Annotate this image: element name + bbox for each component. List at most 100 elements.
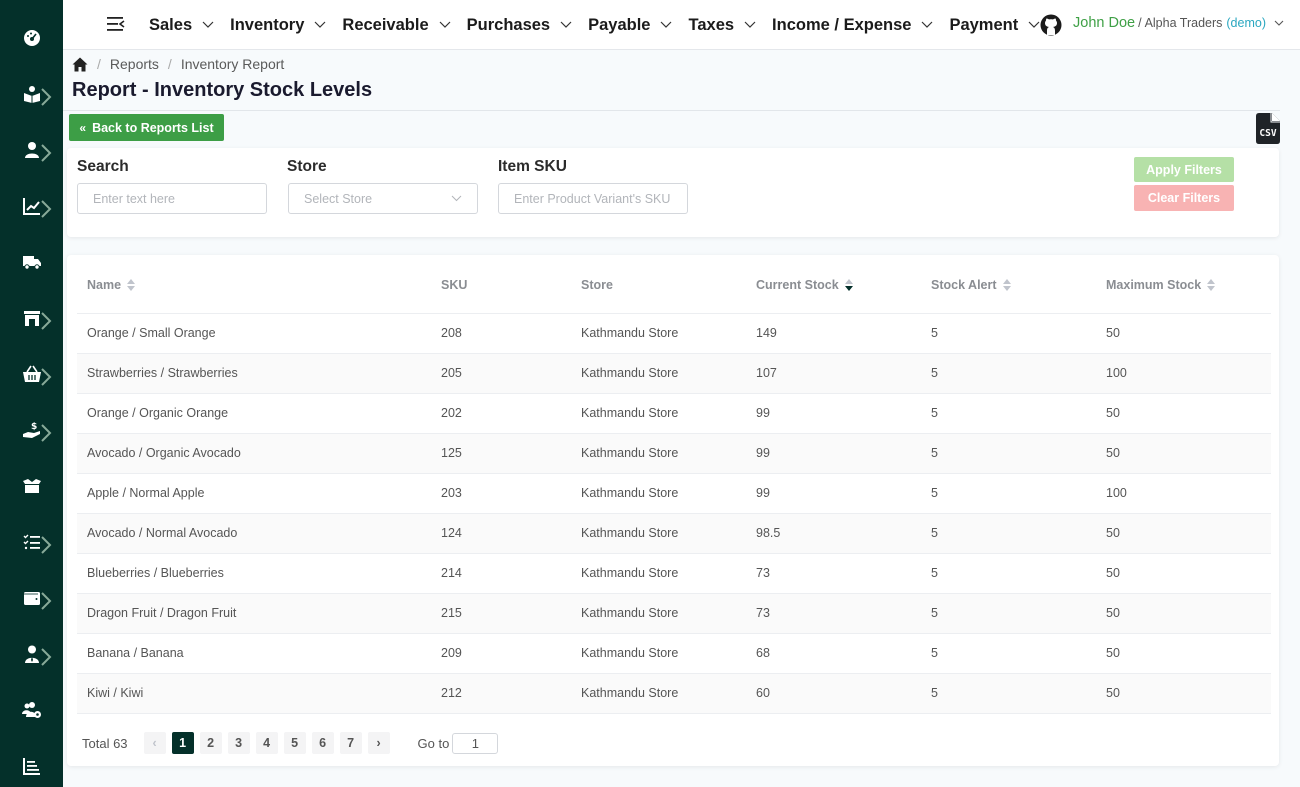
inventory-table: Name SKU Store Current Stock Stock Alert… bbox=[77, 255, 1271, 714]
sidebar-item-reader[interactable] bbox=[0, 74, 63, 114]
search-input[interactable] bbox=[77, 183, 267, 214]
prev-page-button[interactable]: ‹ bbox=[143, 732, 166, 754]
back-to-reports-button[interactable]: « Back to Reports List bbox=[69, 114, 224, 141]
cell-maximum-stock: 50 bbox=[1096, 553, 1271, 594]
chevron-right-icon bbox=[41, 424, 52, 442]
page-3-button[interactable]: 3 bbox=[227, 732, 250, 754]
chevron-right-icon bbox=[41, 592, 52, 610]
cell-maximum-stock: 50 bbox=[1096, 633, 1271, 674]
sort-icon[interactable] bbox=[127, 279, 136, 292]
sidebar-item-payments[interactable]: $ bbox=[0, 410, 63, 450]
page-7-button[interactable]: 7 bbox=[339, 732, 362, 754]
breadcrumb-inventory-report: Inventory Report bbox=[180, 56, 285, 72]
sidebar-item-dashboard[interactable] bbox=[0, 18, 63, 58]
cell-name: Orange / Organic Orange bbox=[77, 393, 431, 434]
chevron-down-icon bbox=[439, 21, 451, 28]
github-icon[interactable] bbox=[1040, 14, 1062, 36]
clear-filters-button[interactable]: Clear Filters bbox=[1134, 185, 1234, 211]
sidebar-item-inventory[interactable] bbox=[0, 466, 63, 506]
nav-sales[interactable]: Sales bbox=[149, 16, 214, 35]
nav-payable[interactable]: Payable bbox=[588, 16, 672, 35]
page-2-button[interactable]: 2 bbox=[199, 732, 222, 754]
cell-maximum-stock: 100 bbox=[1096, 353, 1271, 394]
chevron-down-icon bbox=[560, 21, 572, 28]
cell-name: Dragon Fruit / Dragon Fruit bbox=[77, 593, 431, 634]
sort-desc-icon[interactable] bbox=[844, 279, 853, 292]
user-menu[interactable]: John Doe / Alpha Traders (demo) bbox=[1073, 15, 1284, 31]
table-row: Strawberries / Strawberries 205 Kathmandu … bbox=[77, 353, 1271, 394]
cell-current-stock: 99 bbox=[746, 433, 921, 474]
nav-inventory[interactable]: Inventory bbox=[230, 16, 326, 35]
sort-icon[interactable] bbox=[1207, 279, 1216, 292]
cell-sku: 125 bbox=[431, 433, 571, 474]
column-header-name[interactable]: Name bbox=[77, 255, 431, 314]
cell-maximum-stock: 50 bbox=[1096, 313, 1271, 354]
goto-page-input[interactable] bbox=[452, 732, 499, 754]
sidebar-item-user[interactable] bbox=[0, 130, 63, 170]
inventory-table-card: Name SKU Store Current Stock Stock Alert… bbox=[67, 255, 1279, 766]
column-header-current-stock[interactable]: Current Stock bbox=[746, 255, 921, 314]
table-row: Orange / Small Orange 208 Kathmandu Store 1… bbox=[77, 313, 1271, 354]
item-sku-input[interactable] bbox=[498, 183, 688, 214]
cell-maximum-stock: 50 bbox=[1096, 593, 1271, 634]
sidebar-item-purchases[interactable] bbox=[0, 354, 63, 394]
chevron-right-icon bbox=[41, 200, 52, 218]
cell-store: Kathmandu Store bbox=[571, 633, 746, 674]
page-1-button[interactable]: 1 bbox=[171, 732, 194, 754]
page-5-button[interactable]: 5 bbox=[283, 732, 306, 754]
menu-toggle-icon[interactable] bbox=[106, 15, 126, 33]
sidebar-item-analytics[interactable] bbox=[0, 186, 63, 226]
nav-income-expense[interactable]: Income / Expense bbox=[772, 16, 933, 35]
chevron-right-icon bbox=[41, 368, 52, 386]
chevron-right-icon bbox=[41, 144, 52, 162]
sidebar-item-store[interactable] bbox=[0, 298, 63, 338]
sidebar-item-tasks[interactable] bbox=[0, 522, 63, 562]
nav-payment[interactable]: Payment bbox=[949, 16, 1040, 35]
next-page-button[interactable]: › bbox=[367, 732, 390, 754]
chevron-right-icon bbox=[41, 536, 52, 554]
cell-stock-alert: 5 bbox=[921, 593, 1096, 634]
sidebar-item-reports[interactable] bbox=[0, 746, 63, 786]
sort-icon[interactable] bbox=[1002, 279, 1011, 292]
cell-store: Kathmandu Store bbox=[571, 433, 746, 474]
store-select[interactable]: Select Store bbox=[288, 183, 478, 214]
sidebar-item-employees[interactable] bbox=[0, 634, 63, 674]
cell-store: Kathmandu Store bbox=[571, 593, 746, 634]
cell-name: Banana / Banana bbox=[77, 633, 431, 674]
home-icon[interactable] bbox=[72, 57, 88, 72]
table-row: Blueberries / Blueberries 214 Kathmandu St… bbox=[77, 553, 1271, 594]
chevron-down-icon bbox=[744, 21, 756, 28]
apply-filters-button[interactable]: Apply Filters bbox=[1134, 157, 1234, 182]
table-row: Orange / Organic Orange 202 Kathmandu Stor… bbox=[77, 393, 1271, 434]
column-header-stock-alert[interactable]: Stock Alert bbox=[921, 255, 1096, 314]
cell-current-stock: 73 bbox=[746, 553, 921, 594]
nav-taxes[interactable]: Taxes bbox=[688, 16, 756, 35]
cell-stock-alert: 5 bbox=[921, 313, 1096, 354]
sidebar-item-user-settings[interactable] bbox=[0, 690, 63, 730]
main-nav: Sales Inventory Receivable Purchases Pay… bbox=[149, 0, 1056, 50]
column-header-maximum-stock[interactable]: Maximum Stock bbox=[1096, 255, 1271, 314]
nav-label: Income / Expense bbox=[772, 15, 912, 34]
nav-label: Sales bbox=[149, 15, 193, 34]
table-body: Orange / Small Orange 208 Kathmandu Store 1… bbox=[77, 313, 1271, 714]
cell-sku: 124 bbox=[431, 513, 571, 554]
cell-sku: 215 bbox=[431, 593, 571, 634]
page-6-button[interactable]: 6 bbox=[311, 732, 334, 754]
nav-label: Payable bbox=[588, 15, 651, 34]
sidebar-item-wallet[interactable] bbox=[0, 578, 63, 618]
page-4-button[interactable]: 4 bbox=[255, 732, 278, 754]
table-row: Avocado / Normal Avocado 124 Kathmandu Sto… bbox=[77, 513, 1271, 554]
nav-label: Inventory bbox=[230, 15, 305, 34]
csv-export-icon[interactable]: CSV bbox=[1256, 113, 1280, 144]
sidebar-item-delivery[interactable] bbox=[0, 242, 63, 282]
cell-store: Kathmandu Store bbox=[571, 513, 746, 554]
nav-label: Taxes bbox=[688, 15, 735, 34]
breadcrumb-reports[interactable]: Reports bbox=[110, 56, 159, 72]
nav-receivable[interactable]: Receivable bbox=[342, 16, 451, 35]
nav-purchases[interactable]: Purchases bbox=[467, 16, 572, 35]
cell-name: Strawberries / Strawberries bbox=[77, 353, 431, 394]
column-label: Stock Alert bbox=[931, 278, 997, 293]
column-label: Current Stock bbox=[756, 278, 839, 293]
cell-sku: 203 bbox=[431, 473, 571, 514]
cell-maximum-stock: 50 bbox=[1096, 433, 1271, 474]
